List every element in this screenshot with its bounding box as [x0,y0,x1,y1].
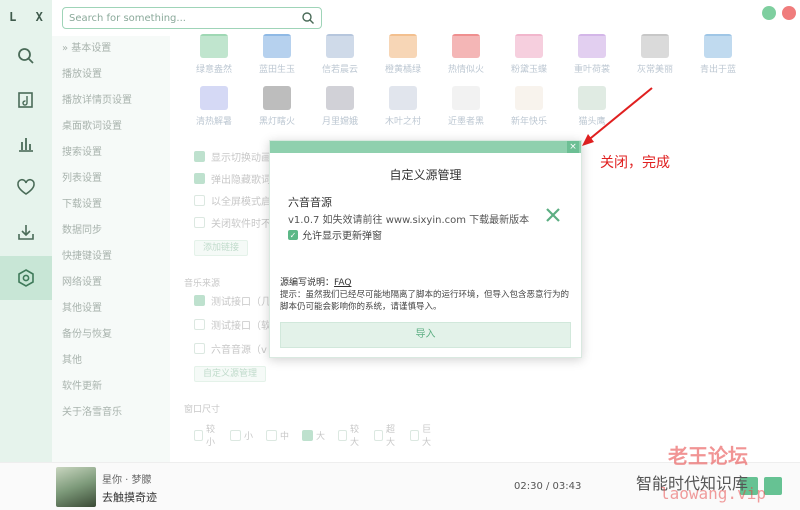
search-input[interactable] [63,8,293,28]
rail-download-button[interactable] [0,212,52,252]
dialog-close-button[interactable]: × [567,141,579,153]
source-description: v1.0.7 如失效请前往 www.sixyin.com 下载最新版本 [288,215,530,226]
dialog-title: 自定义源管理 [389,168,462,182]
custom-source-dialog: × 自定义源管理 六音音源 v1.0.7 如失效请前往 www.sixyin.c… [269,140,582,358]
remove-source-icon[interactable] [545,207,561,223]
bar-chart-icon [19,138,33,152]
annotation-text: 关闭，完成 [600,155,670,171]
window-controls [762,6,796,20]
doc-line: 源编写说明：FAQ [280,275,351,288]
close-window-button[interactable] [782,6,796,20]
album-cover[interactable] [56,467,96,507]
watermark-domain: laowang.vip [660,484,766,503]
dialog-header: × [270,141,581,153]
annotation-arrow [582,87,653,146]
rail-search-button[interactable] [0,36,52,76]
source-name: 六音音源 [288,196,332,209]
app-logo: L X [9,10,49,24]
allow-update-checkbox[interactable]: ✓ 允许显示更新弹窗 [288,227,382,242]
settings-icon [18,269,34,287]
search-box [62,7,322,29]
minimize-button[interactable] [762,6,776,20]
rail-settings-button[interactable] [0,256,52,300]
search-icon [18,48,34,64]
warning-tip: 提示：虽然我们已经尽可能地隔离了脚本的运行环境，但导入包含恶意行为的脚本仍可能会… [280,290,570,312]
rail-favorite-button[interactable] [0,168,52,208]
download-icon [18,225,34,240]
song-artist: 星你 · 梦朦 [102,475,152,486]
faq-link[interactable]: FAQ [334,278,351,288]
checkbox-checked[interactable]: ✓ [288,229,298,240]
doc-label: 源编写说明： [280,278,335,288]
rail-songlist-button[interactable] [0,80,52,120]
search-icon[interactable] [301,11,315,25]
next-button[interactable] [764,477,782,495]
heart-icon [17,178,35,195]
song-title: 去触摸奇迹 [102,491,157,504]
left-rail: L X [0,0,52,462]
allow-update-label: 允许显示更新弹窗 [302,231,382,242]
play-time: 02:30 / 03:43 [514,481,582,492]
music-note-icon [18,92,33,108]
rail-leaderboard-button[interactable] [0,124,52,164]
import-button[interactable]: 导入 [280,322,571,348]
watermark-forum: 老王论坛 [668,444,748,468]
